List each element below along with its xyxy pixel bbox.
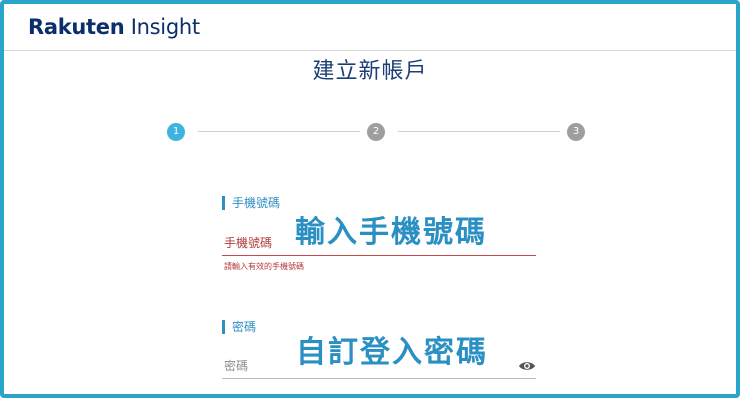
phone-field-underline [222, 255, 536, 256]
rakuten-insight-logo[interactable]: Rakuten Insight [28, 15, 200, 39]
step-indicator-3: 3 [567, 123, 585, 141]
phone-field[interactable]: 手機號碼 [224, 236, 272, 250]
page-title: 建立新帳戶 [312, 59, 428, 84]
password-field[interactable]: 密碼 [224, 359, 248, 373]
phone-error-message: 請輸入有效的手機號碼 [224, 262, 304, 271]
step-indicator-1: 1 [167, 123, 185, 141]
password-annotation: 自訂登入密碼 [296, 335, 488, 370]
eye-icon[interactable] [518, 360, 536, 372]
step-connector-2-3 [398, 131, 560, 132]
phone-annotation: 輸入手機號碼 [295, 215, 487, 250]
header: Rakuten Insight [4, 4, 736, 51]
step-connector-1-2 [198, 131, 360, 132]
phone-section-label: 手機號碼 [222, 196, 280, 210]
logo-brand-bold: Rakuten [28, 15, 125, 39]
step-indicator-2: 2 [367, 123, 385, 141]
logo-brand-light: Insight [124, 15, 200, 39]
password-section-label: 密碼 [222, 320, 256, 334]
password-field-underline [222, 378, 536, 379]
